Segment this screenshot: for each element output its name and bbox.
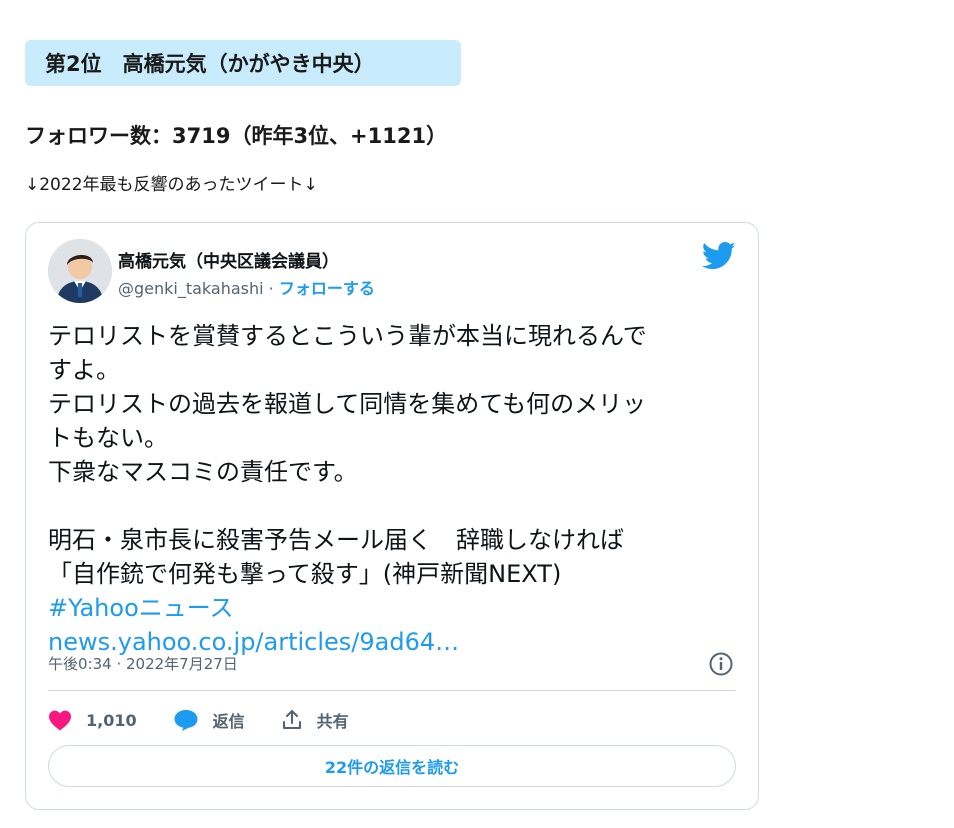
author-handle[interactable]: @genki_takahashi (118, 279, 264, 298)
tweet-line: テロリストの過去を報道して同情を集めても何のメリッ (48, 390, 647, 418)
tweet-line: 「自作銃で何発も撃って殺す」(神戸新聞NEXT) (48, 560, 562, 588)
share-label: 共有 (316, 712, 349, 731)
tweet-line: テロリストを賞賛するとこういう輩が本当に現れるんで (48, 322, 647, 350)
rank-badge: 第2位 高橋元気（かがやき中央） (25, 40, 461, 86)
meta-separator: · (263, 279, 279, 298)
tweet-line: 下衆なマスコミの責任です。 (48, 458, 358, 486)
heart-icon (49, 710, 71, 731)
embedded-tweet: 高橋元気（中央区議会議員） @genki_takahashi · フォローする … (25, 222, 759, 810)
follow-button[interactable]: フォローする (279, 279, 375, 298)
reply-button[interactable]: 返信 (173, 708, 245, 732)
divider (48, 690, 736, 691)
hashtag-link[interactable]: #Yahooニュース (48, 591, 738, 625)
tweet-actions: 1,010 返信 共有 (48, 705, 385, 735)
share-icon (282, 710, 301, 729)
avatar-image (48, 239, 112, 303)
author-meta: @genki_takahashi · フォローする (118, 275, 375, 299)
author-name[interactable]: 高橋元気（中央区議会議員） (118, 247, 339, 272)
avatar[interactable] (48, 239, 112, 303)
follower-count: フォロワー数：3719（昨年3位、+1121） (25, 124, 448, 148)
like-button[interactable]: 1,010 (48, 709, 137, 731)
reply-label: 返信 (212, 712, 245, 731)
tweet-text: テロリストを賞賛するとこういう輩が本当に現れるんで すよ。 テロリストの過去を報… (48, 319, 738, 659)
reply-bubble-icon (174, 710, 198, 731)
tweet-caption: ↓2022年最も反響のあったツイート↓ (25, 175, 318, 195)
info-icon[interactable] (708, 651, 734, 677)
like-count: 1,010 (86, 710, 137, 730)
tweet-line: トもない。 (48, 424, 168, 452)
share-button[interactable]: 共有 (281, 708, 349, 732)
twitter-bird-icon[interactable] (701, 241, 736, 271)
tweet-line: 明石・泉市長に殺害予告メール届く 辞職しなければ (48, 526, 624, 554)
read-replies-button[interactable]: 22件の返信を読む (48, 745, 736, 787)
tweet-timestamp[interactable]: 午後0:34 · 2022年7月27日 (48, 653, 238, 674)
tweet-line: すよ。 (48, 356, 120, 384)
